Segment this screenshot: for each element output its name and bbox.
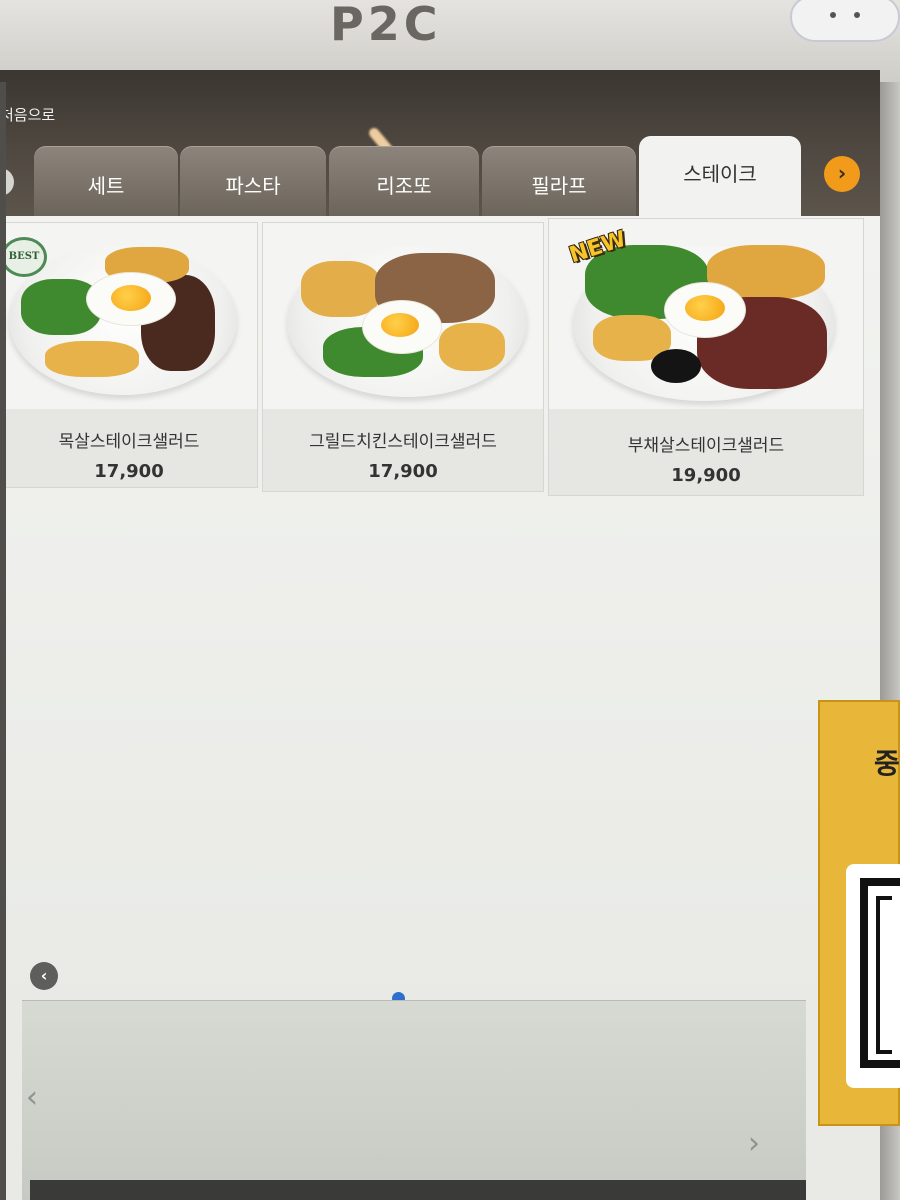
- tab-risotto[interactable]: 리조또: [329, 146, 479, 218]
- pineapple-image: [45, 341, 139, 377]
- menu-card[interactable]: 그릴드치킨스테이크샐러드 17,900: [262, 222, 544, 492]
- chevron-right-icon: ›: [837, 161, 847, 185]
- tab-pilaf[interactable]: 필라프: [482, 146, 636, 218]
- cart-next-button[interactable]: ›: [748, 1126, 760, 1161]
- kiosk-screen: 처음으로 ‹ 세트 파스타 리조또 필라프 스테이크 ›: [0, 70, 880, 1200]
- back-home-button[interactable]: 처음으로: [0, 104, 55, 125]
- page-prev-button[interactable]: ‹: [30, 962, 58, 990]
- tab-label: 파스타: [225, 174, 281, 198]
- screen-bottom-bar: [30, 1180, 806, 1200]
- sticker-text: 중: [874, 747, 900, 780]
- tab-pasta[interactable]: 파스타: [180, 146, 326, 218]
- tab-label: 필라프: [531, 174, 587, 198]
- menu-card[interactable]: BEST 목살스테이크샐러드 17,900: [0, 222, 258, 488]
- egg-yolk-image: [381, 313, 419, 337]
- tab-steak[interactable]: 스테이크: [639, 136, 801, 218]
- qr-sticker: 중: [818, 700, 900, 1126]
- menu-price: 19,900: [671, 465, 741, 486]
- chevron-left-icon: ‹: [26, 1080, 38, 1115]
- egg-yolk-image: [111, 285, 151, 311]
- qr-pattern: [860, 878, 900, 1068]
- tab-label: 리조또: [376, 174, 432, 198]
- tab-set[interactable]: 세트: [34, 146, 178, 218]
- tab-label: 세트: [87, 174, 125, 198]
- kiosk-bezel-left: [0, 82, 6, 1200]
- menu-name: 그릴드치킨스테이크샐러드: [309, 432, 497, 452]
- sauce-image: [651, 349, 701, 383]
- menu-price: 17,900: [368, 461, 438, 482]
- menu-grid: BEST 목살스테이크샐러드 17,900 그릴드치킨스테이크샐러드 17,90…: [0, 216, 880, 1040]
- menu-card[interactable]: NEW 부채살스테이크샐러드 19,900: [548, 218, 864, 496]
- menu-name: 부채살스테이크샐러드: [627, 436, 785, 456]
- brand-logo: P2C: [330, 0, 442, 51]
- menu-image: NEW: [549, 219, 863, 409]
- menu-image: BEST: [1, 223, 257, 409]
- pineapple-image: [439, 323, 505, 371]
- fries-image: [301, 261, 381, 317]
- cart-prev-button[interactable]: ‹: [26, 1080, 38, 1115]
- menu-image: [263, 223, 543, 409]
- best-badge: BEST: [1, 237, 47, 277]
- menu-price: 17,900: [94, 461, 164, 482]
- chevron-right-icon: ›: [748, 1126, 760, 1161]
- tab-label: 스테이크: [683, 162, 757, 186]
- mascot-sticker: [790, 0, 900, 42]
- cart-panel: [22, 1000, 806, 1200]
- menu-header: 처음으로 ‹ 세트 파스타 리조또 필라프 스테이크 ›: [0, 70, 880, 218]
- tab-next-button[interactable]: ›: [824, 156, 860, 192]
- egg-yolk-image: [685, 295, 725, 321]
- chevron-left-icon: ‹: [40, 966, 48, 985]
- menu-name: 목살스테이크샐러드: [58, 432, 200, 452]
- qr-code: [846, 864, 900, 1088]
